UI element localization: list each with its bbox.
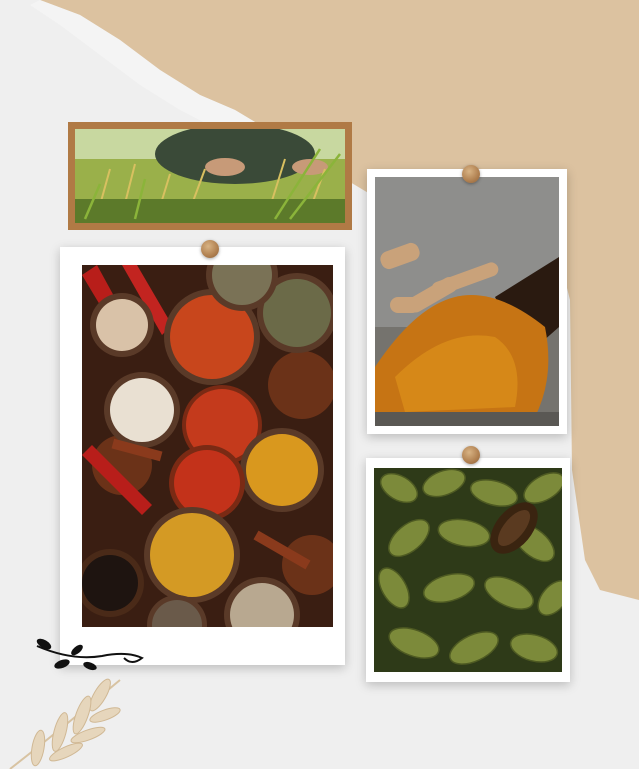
turmeric-photo — [367, 169, 567, 434]
pin-cardamom — [462, 446, 480, 464]
cardamom-photo — [366, 458, 570, 682]
pin-turmeric — [462, 165, 480, 183]
pin-spice-bowls — [201, 240, 219, 258]
beige-leaf-branch — [9, 678, 121, 769]
rice-harvest-photo — [68, 122, 352, 230]
spice-bowls-photo — [60, 247, 345, 665]
